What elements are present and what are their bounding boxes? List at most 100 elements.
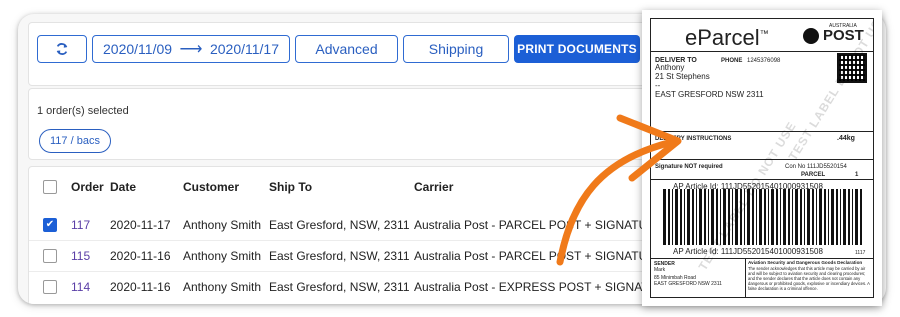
barcode-bar bbox=[687, 189, 690, 245]
barcode-bar bbox=[824, 189, 826, 245]
barcode-bar bbox=[776, 189, 778, 245]
date-range-picker[interactable]: 2020/11/09 ⟶ 2020/11/17 bbox=[92, 35, 290, 63]
barcode-bar bbox=[668, 189, 670, 245]
recipient-suburb: EAST GRESFORD NSW 2311 bbox=[655, 90, 764, 99]
con-number: Con No 111JD5520154 bbox=[785, 164, 847, 170]
parcel-count: 1 bbox=[855, 172, 859, 178]
select-all-checkbox[interactable] bbox=[43, 180, 57, 194]
carrier: Australia Post - EXPRESS POST + SIGNATUR… bbox=[414, 280, 674, 294]
date-to: 2020/11/17 bbox=[209, 41, 279, 57]
barcode-bar bbox=[828, 189, 829, 245]
recipient-line3: -- bbox=[655, 81, 661, 90]
order-date: 2020-11-17 bbox=[110, 217, 171, 232]
arrow-right-icon: ⟶ bbox=[179, 41, 203, 58]
barcode-bar bbox=[795, 189, 798, 245]
shipping-button[interactable]: Shipping bbox=[403, 35, 509, 63]
shipping-label: eParcel™ AUSTRALIA POST DELIVER TO PHONE… bbox=[642, 10, 882, 306]
aviation-text: The sender acknowledges that this articl… bbox=[748, 266, 870, 291]
barcode-bar bbox=[780, 189, 781, 245]
barcode-bar bbox=[792, 189, 793, 245]
barcode-bar bbox=[783, 189, 786, 245]
row-checkbox[interactable] bbox=[43, 280, 57, 294]
barcode-bar bbox=[800, 189, 802, 245]
row-checkbox[interactable] bbox=[43, 249, 57, 263]
ship-to: East Gresford, NSW, 2311 bbox=[269, 249, 410, 263]
delivery-address: Anthony 21 St Stephens -- EAST GRESFORD … bbox=[655, 63, 764, 99]
barcode-bar bbox=[836, 189, 838, 245]
barcode-bar bbox=[764, 189, 766, 245]
parcel-label: PARCEL bbox=[801, 172, 826, 178]
barcode-bar bbox=[768, 189, 769, 245]
order-date: 2020-11-16 bbox=[110, 280, 171, 294]
barcode bbox=[663, 189, 862, 245]
divider bbox=[745, 258, 746, 297]
parcel-weight: .44kg bbox=[837, 135, 855, 142]
barcode-bar bbox=[848, 189, 850, 245]
divider bbox=[651, 51, 873, 52]
carrier: Australia Post - PARCEL POST + SIGNATURE bbox=[414, 217, 664, 232]
header-carrier[interactable]: Carrier bbox=[414, 173, 453, 201]
barcode-bar bbox=[804, 189, 805, 245]
ship-to: East Gresford, NSW, 2311 bbox=[269, 217, 410, 232]
barcode-bar bbox=[840, 189, 841, 245]
refresh-button[interactable] bbox=[37, 35, 87, 63]
barcode-bar bbox=[788, 189, 790, 245]
selected-count: 1 order(s) selected bbox=[37, 105, 129, 117]
refresh-icon bbox=[56, 43, 68, 55]
eparcel-logo: eParcel™ bbox=[685, 25, 769, 50]
barcode-bar bbox=[807, 189, 810, 245]
divider bbox=[651, 131, 873, 132]
barcode-bar bbox=[759, 189, 762, 245]
barcode-bar bbox=[699, 189, 702, 245]
check-icon: ✔ bbox=[45, 219, 55, 230]
barcode-bar bbox=[819, 189, 822, 245]
barcode-bar bbox=[816, 189, 817, 245]
barcode-bar bbox=[663, 189, 666, 245]
recipient-name: Anthony bbox=[655, 63, 685, 72]
customer-name: Anthony Smith bbox=[183, 217, 262, 232]
divider bbox=[651, 258, 873, 259]
barcode-bar bbox=[860, 189, 862, 245]
row-checkbox[interactable]: ✔ bbox=[43, 217, 57, 232]
header-ship-to[interactable]: Ship To bbox=[269, 173, 312, 201]
sender-suburb: EAST GRESFORD NSW 2311 bbox=[654, 281, 722, 287]
barcode-bar bbox=[684, 189, 685, 245]
selection-chip[interactable]: 117 / bacs bbox=[39, 129, 111, 153]
header-order[interactable]: Order bbox=[71, 173, 104, 201]
order-link[interactable]: 117 bbox=[71, 209, 90, 240]
barcode-bar bbox=[831, 189, 834, 245]
header-date[interactable]: Date bbox=[110, 173, 136, 201]
barcode-bar bbox=[692, 189, 694, 245]
barcode-bar bbox=[843, 189, 846, 245]
delivery-instructions-label: DELIVERY INSTRUCTIONS bbox=[655, 136, 732, 142]
barcode-bar bbox=[852, 189, 853, 245]
order-link[interactable]: 114 bbox=[71, 272, 90, 302]
barcode-bar bbox=[672, 189, 673, 245]
barcode-bar bbox=[704, 189, 706, 245]
recipient-street: 21 St Stephens bbox=[655, 72, 710, 81]
header-customer[interactable]: Customer bbox=[183, 173, 239, 201]
barcode-bar bbox=[696, 189, 697, 245]
barcode-bar bbox=[855, 189, 858, 245]
customer-name: Anthony Smith bbox=[183, 249, 262, 263]
barcode-bar bbox=[675, 189, 678, 245]
customer-name: Anthony Smith bbox=[183, 280, 262, 294]
barcode-bar bbox=[771, 189, 774, 245]
order-link[interactable]: 115 bbox=[71, 241, 90, 271]
barcode-bar bbox=[812, 189, 814, 245]
print-documents-button[interactable]: PRINT DOCUMENTS bbox=[514, 35, 640, 63]
date-from: 2020/11/09 bbox=[103, 41, 173, 57]
label-border: eParcel™ AUSTRALIA POST DELIVER TO PHONE… bbox=[650, 18, 874, 298]
australia-post-logo: AUSTRALIA POST bbox=[803, 23, 864, 44]
aviation-title: Aviation Security and Dangerous Goods De… bbox=[748, 260, 863, 265]
carrier: Australia Post - PARCEL POST + SIGNATURE bbox=[414, 249, 664, 263]
advanced-button[interactable]: Advanced bbox=[295, 35, 398, 63]
sender-name: Mark bbox=[654, 267, 666, 273]
australia-post-icon bbox=[803, 27, 819, 44]
barcode-suffix: 1117 bbox=[855, 250, 866, 256]
barcode-bar bbox=[680, 189, 682, 245]
signature-status: Signature NOT required bbox=[655, 164, 723, 170]
ship-to: East Gresford, NSW, 2311 bbox=[269, 280, 410, 294]
order-date: 2020-11-16 bbox=[110, 249, 171, 263]
barcode-bar bbox=[708, 189, 709, 245]
